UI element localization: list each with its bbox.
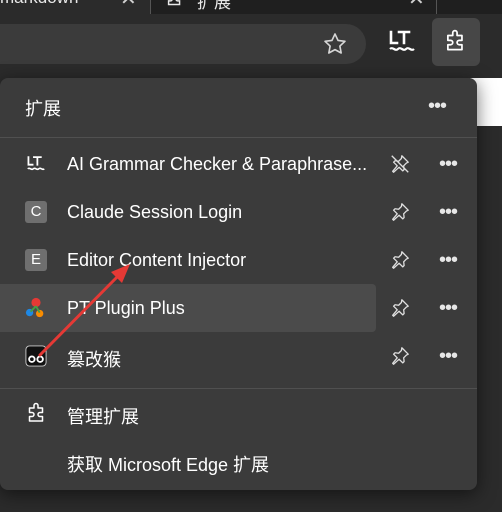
extension-row-pt-plugin[interactable]: PT Plugin Plus [0, 284, 376, 332]
get-extensions-label: 获取 Microsoft Edge 扩展 [67, 455, 270, 475]
tab-extensions[interactable]: 扩展 ✕ [152, 0, 436, 14]
pin-icon[interactable] [389, 297, 411, 319]
extension-name: Claude Session Login [67, 202, 243, 222]
letter-c-icon: C [25, 201, 47, 223]
pin-icon[interactable] [389, 249, 411, 271]
divider [0, 137, 477, 138]
extension-name: 篡改猴 [67, 350, 121, 370]
more-options-button[interactable]: ••• [434, 250, 462, 270]
more-options-button[interactable]: ••• [423, 96, 451, 116]
extension-row-editor-injector[interactable]: E Editor Content Injector [0, 236, 376, 284]
tab-close-icon[interactable]: ✕ [120, 0, 137, 11]
panel-title: 扩展 [25, 99, 61, 119]
languagetool-toolbar-icon[interactable] [386, 26, 418, 58]
tab-separator [150, 0, 151, 14]
extensions-panel: 扩展 ••• AI Grammar Checker & Paraphrase..… [0, 78, 477, 490]
get-edge-extensions-link[interactable]: 获取 Microsoft Edge 扩展 [0, 437, 477, 485]
pin-icon[interactable] [389, 345, 411, 367]
manage-extensions-link[interactable]: 管理扩展 [0, 389, 477, 437]
extension-name: AI Grammar Checker & Paraphrase... [67, 154, 368, 174]
panel-header: 扩展 ••• [0, 78, 477, 136]
more-options-button[interactable]: ••• [434, 154, 462, 174]
browser-toolbar [0, 14, 502, 78]
extension-row-tampermonkey[interactable]: 篡改猴 [0, 332, 376, 380]
languagetool-icon [27, 156, 45, 171]
tab-separator [436, 0, 437, 14]
puzzle-icon [167, 0, 181, 6]
tampermonkey-icon [25, 345, 47, 367]
tab-strip: markdown ✕ 扩展 ✕ [0, 0, 502, 14]
puzzle-icon [447, 29, 463, 51]
unpin-icon[interactable] [389, 153, 411, 175]
more-options-button[interactable]: ••• [434, 202, 462, 222]
extension-name: Editor Content Injector [67, 250, 247, 270]
pt-plugin-icon [25, 297, 44, 318]
more-options-button[interactable]: ••• [434, 346, 462, 366]
favorite-star-icon[interactable] [322, 31, 348, 57]
puzzle-icon [28, 402, 44, 422]
extension-name: PT Plugin Plus [67, 298, 185, 318]
extension-row-claude[interactable]: C Claude Session Login [0, 188, 376, 236]
extension-row-grammar[interactable]: AI Grammar Checker & Paraphrase... [0, 140, 376, 188]
tab-markdown[interactable]: markdown ✕ [0, 0, 150, 14]
pin-icon[interactable] [389, 201, 411, 223]
tab-title: markdown [0, 0, 78, 8]
tab-close-icon[interactable]: ✕ [408, 0, 425, 11]
tab-title: 扩展 [197, 0, 231, 12]
letter-e-icon: E [25, 249, 47, 271]
address-bar[interactable] [0, 24, 366, 64]
manage-extensions-label: 管理扩展 [67, 407, 139, 427]
extensions-button[interactable] [432, 18, 480, 66]
more-options-button[interactable]: ••• [434, 298, 462, 318]
